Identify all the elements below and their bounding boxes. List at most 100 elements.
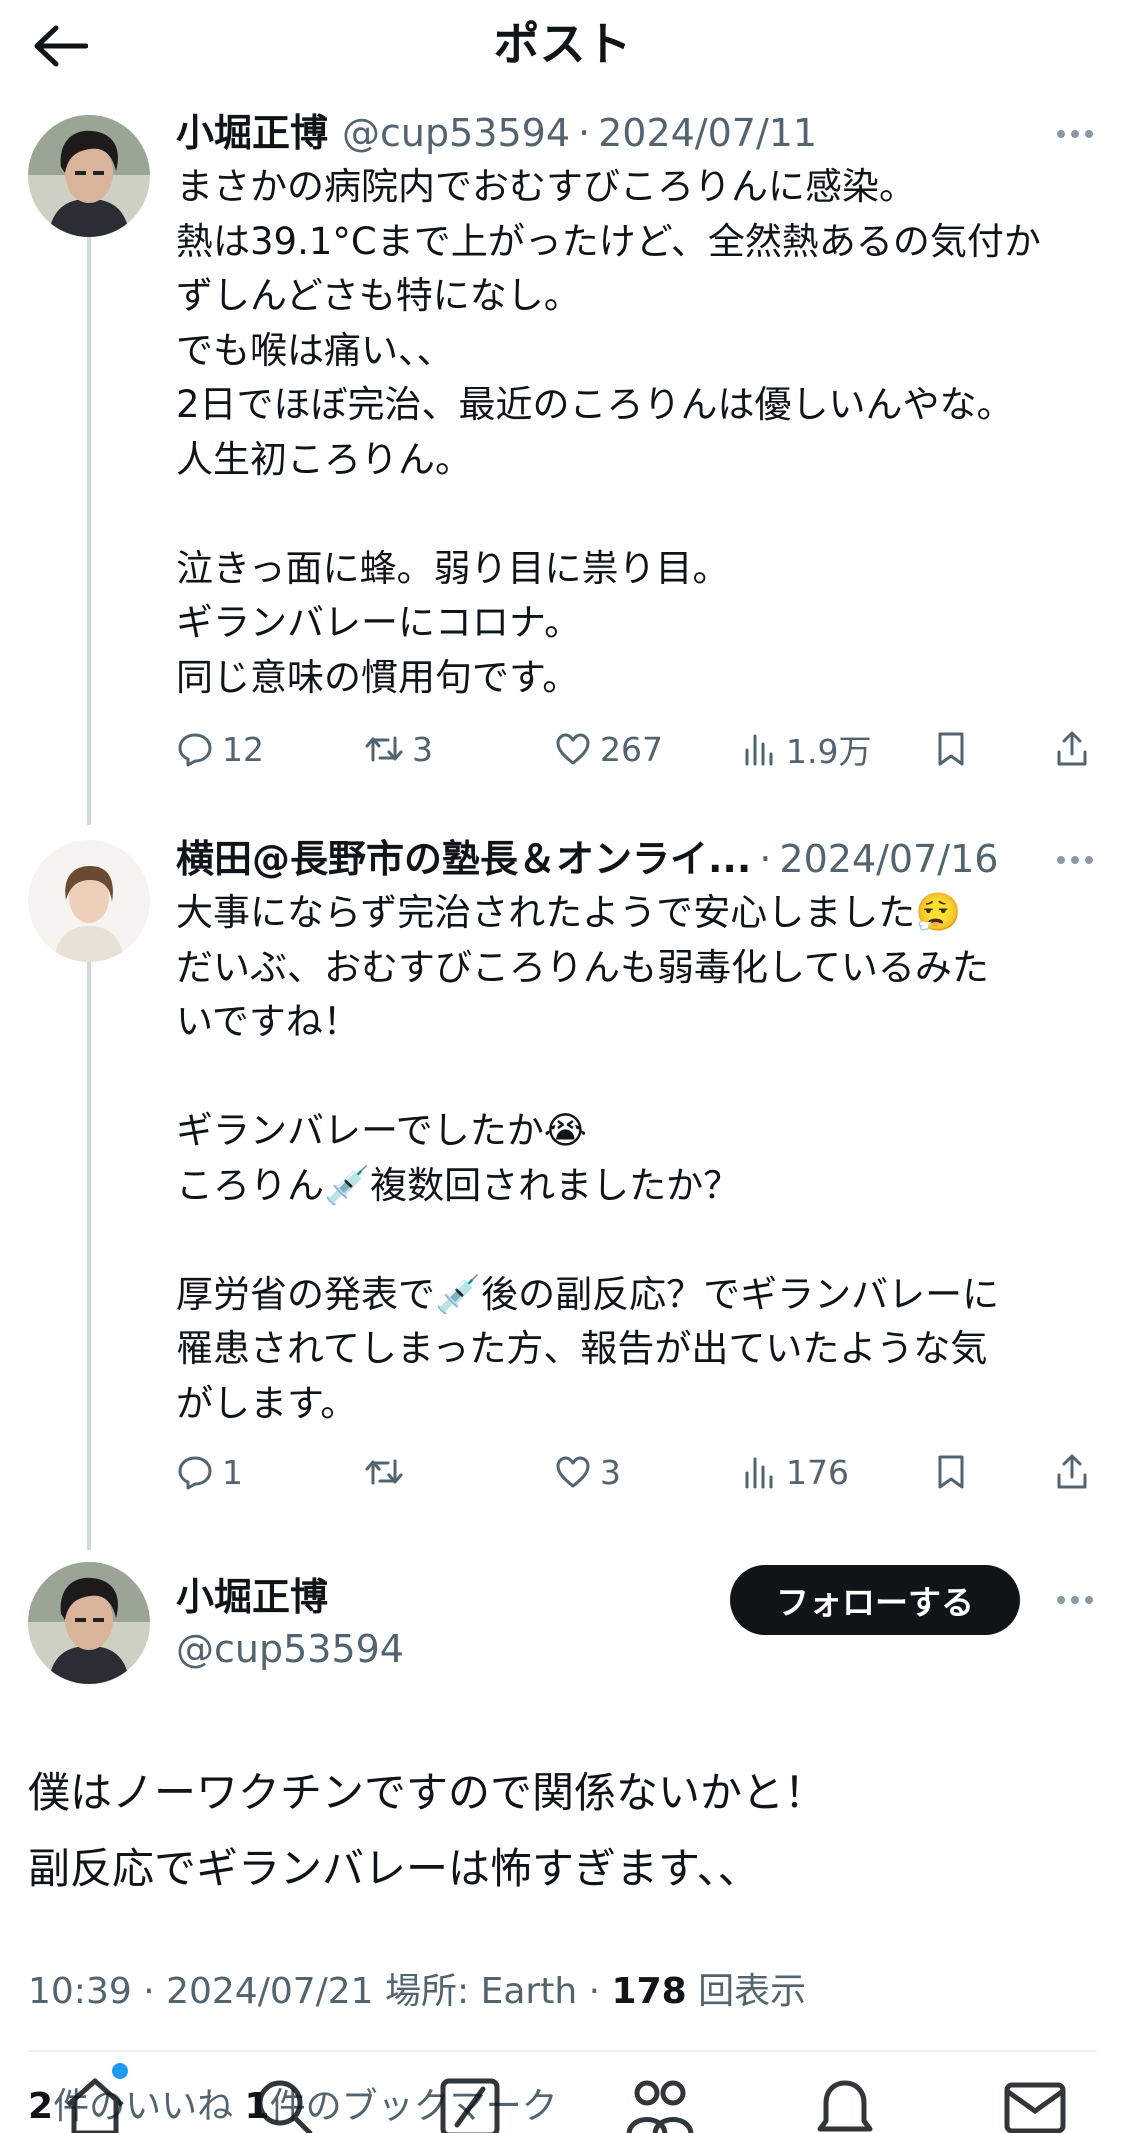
text-line: 大事にならず完治されたようで安心しました😮‍💨	[176, 891, 962, 934]
repost-count: 3	[412, 729, 433, 769]
share-icon	[1057, 731, 1087, 766]
avatar[interactable]	[28, 840, 150, 962]
grok-icon	[440, 2078, 500, 2133]
avatar[interactable]	[28, 1562, 150, 1684]
more-button[interactable]	[1045, 840, 1105, 880]
tweet-meta: 10:39 · 2024/07/21 場所: Earth · 178 回表示	[28, 1971, 807, 2012]
text-line: 副反応でギランバレーは怖すぎます、、	[28, 1844, 760, 1893]
separator: ·	[759, 837, 772, 881]
author-name[interactable]: 横田@長野市の塾長＆オンライ...	[176, 832, 751, 886]
text-line: だいぶ、おむすびころりんも弱毒化しているみた	[176, 945, 989, 989]
text-line: ころりん💉複数回されましたか？	[176, 1163, 741, 1207]
reply-icon	[178, 733, 212, 767]
heart-icon	[556, 1456, 590, 1488]
text-line: 2日でほぼ完治、最近のころりんは優しいんやな。	[176, 383, 1014, 426]
reply-button[interactable]: 12	[176, 722, 264, 776]
bottom-tab-bar	[0, 2075, 1125, 2133]
more-dots-icon	[1057, 130, 1065, 138]
tab-communities[interactable]	[620, 2075, 700, 2133]
text-line: ギランバレーでしたか😭	[176, 1109, 588, 1152]
home-icon	[66, 2078, 124, 2133]
author-name[interactable]: 小堀正博	[176, 106, 328, 160]
tweet-date[interactable]: 2024/07/16	[779, 832, 998, 886]
text-line: まさかの病院内でおむすびころりんに感染。	[176, 165, 916, 208]
tweet-actions: 1 3 176	[176, 1445, 1096, 1499]
avatar[interactable]	[28, 115, 150, 237]
tweet-actions: 12 3 267 1.9万	[176, 722, 1096, 776]
share-button[interactable]	[1054, 1445, 1090, 1499]
top-bar: ポスト	[0, 0, 1125, 92]
text-line: 僕はノーワクチンですので関係ないかと！	[28, 1768, 827, 1817]
like-button[interactable]: 267	[554, 722, 663, 776]
tweet-header: 小堀正博 @cup53594 · 2024/07/11	[176, 106, 817, 160]
view-count: 1.9万	[786, 732, 872, 771]
views-icon	[745, 1457, 773, 1489]
tweet-header: 横田@長野市の塾長＆オンライ... · 2024/07/16	[176, 832, 998, 886]
reply-icon	[178, 1456, 212, 1490]
share-icon	[1057, 1454, 1087, 1489]
bookmark-button[interactable]	[934, 722, 968, 776]
author-handle[interactable]: @cup53594	[176, 1622, 404, 1676]
text-line: ギランバレーにコロナ。	[176, 601, 582, 644]
reply-count: 1	[222, 1452, 243, 1492]
text-line: 泣きっ面に蜂。弱り目に祟り目。	[176, 546, 730, 590]
tweet-date[interactable]: 2024/07/11	[598, 106, 817, 160]
tab-notifications[interactable]	[805, 2075, 885, 2133]
text-line	[176, 487, 1076, 542]
text-line: いですね！	[176, 1000, 360, 1043]
tweet-text: 大事にならず完治されたようで安心しました😮‍💨 だいぶ、おむすびころりんも弱毒化…	[176, 886, 1076, 1431]
thread-connector	[87, 962, 91, 1550]
tab-search[interactable]	[245, 2075, 325, 2133]
text-line: 厚労省の発表で💉後の副反応？でギランバレーに	[176, 1272, 1000, 1316]
view-count: 178	[611, 1971, 687, 2012]
tab-messages[interactable]	[995, 2075, 1075, 2133]
bookmark-icon	[938, 1455, 964, 1489]
text-line: 同じ意味の慣用句です。	[176, 655, 580, 699]
tweet-text: まさかの病院内でおむすびころりんに感染。 熱は39.1°Cまで上がったけど、全然…	[176, 160, 1076, 705]
views-icon	[745, 734, 773, 766]
reply-count: 12	[222, 729, 264, 769]
author-name[interactable]: 小堀正博	[176, 1570, 328, 1624]
people-icon	[626, 2080, 694, 2133]
text-line: がします。	[176, 1381, 358, 1425]
repost-icon	[365, 736, 403, 762]
separator: ·	[578, 111, 591, 155]
more-button[interactable]	[1045, 114, 1105, 154]
author-handle[interactable]: @cup53594	[342, 106, 570, 160]
like-button[interactable]: 3	[554, 1445, 621, 1499]
follow-button[interactable]: フォローする	[730, 1565, 1020, 1635]
views-button[interactable]: 176	[742, 1445, 849, 1499]
page-title: ポスト	[493, 17, 632, 71]
text-line: 熱は39.1°Cまで上がったけど、全然熱あるの気付か	[176, 219, 1041, 263]
search-icon	[257, 2080, 313, 2133]
like-count: 3	[600, 1452, 621, 1492]
repost-button[interactable]: 3	[364, 722, 433, 776]
text-line	[176, 1213, 1076, 1268]
tweet-text: 僕はノーワクチンですので関係ないかと！ 副反応でギランバレーは怖すぎます、、	[28, 1755, 826, 1907]
repost-button[interactable]	[364, 1445, 412, 1499]
tab-home[interactable]	[55, 2075, 135, 2133]
more-dots-icon	[1057, 856, 1065, 864]
divider	[28, 2050, 1097, 2052]
text-line: ずしんどさも特になし。	[176, 274, 581, 317]
tab-grok[interactable]	[430, 2075, 510, 2133]
bookmark-button[interactable]	[934, 1445, 968, 1499]
view-count: 176	[786, 1452, 849, 1492]
tweet-location: 場所: Earth	[385, 1971, 578, 2012]
mail-icon	[1004, 2082, 1066, 2133]
repost-icon	[365, 1459, 403, 1485]
text-line: 人生初ころりん。	[176, 437, 472, 481]
text-line	[176, 1050, 1076, 1105]
view-count-label: 回表示	[698, 1971, 807, 2012]
text-line: でも喉は痛い、、	[176, 328, 454, 372]
more-button[interactable]	[1045, 1580, 1105, 1620]
reply-button[interactable]: 1	[176, 1445, 243, 1499]
tweet-time[interactable]: 10:39	[28, 1971, 132, 2012]
thread-connector	[87, 215, 91, 825]
bell-icon	[817, 2080, 873, 2132]
views-button[interactable]: 1.9万	[742, 722, 871, 776]
more-dots-icon	[1057, 1596, 1065, 1604]
text-line: 罹患されてしまった方、報告が出ていたような気	[176, 1327, 988, 1370]
tweet-date[interactable]: 2024/07/21	[166, 1971, 374, 2012]
share-button[interactable]	[1054, 722, 1090, 776]
